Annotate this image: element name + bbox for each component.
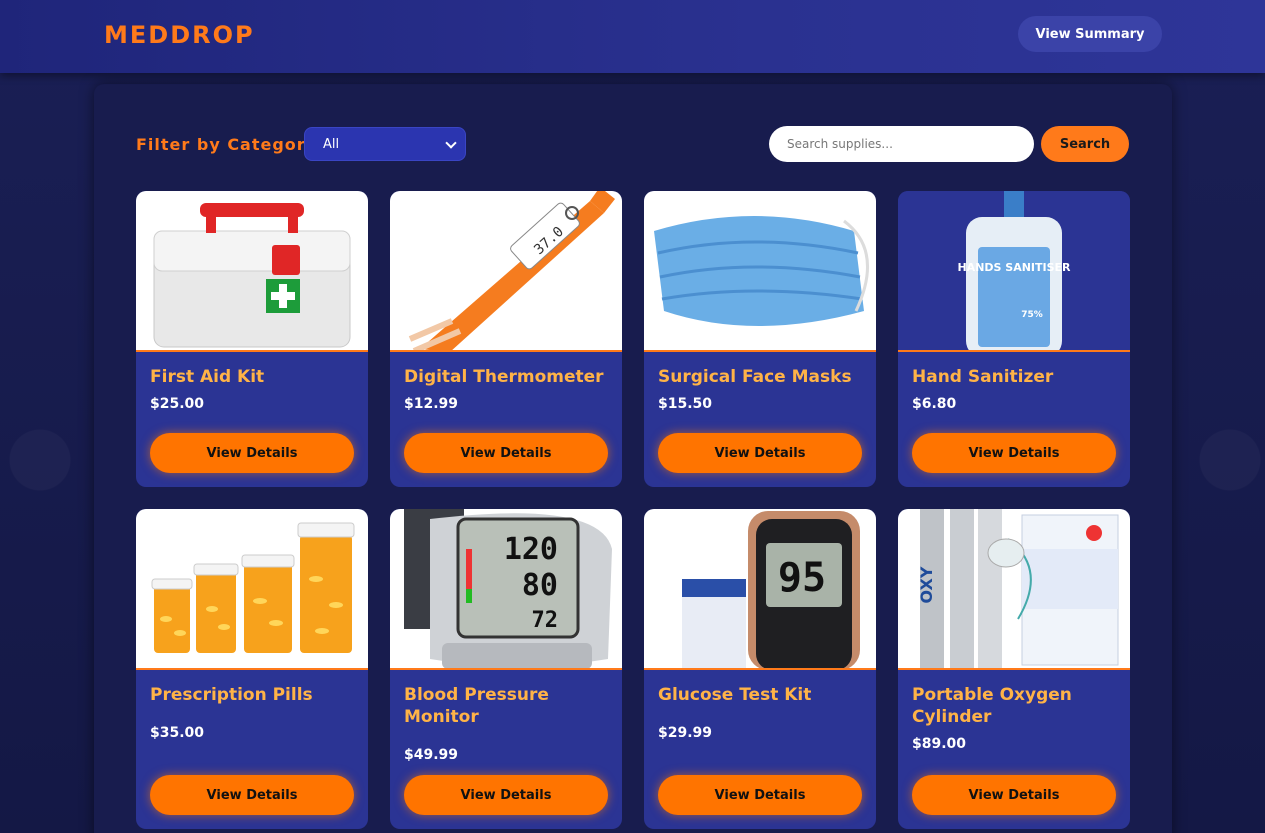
product-card: Surgical Face Masks $15.50 View Details [644, 191, 876, 487]
hand-sanitizer-image: HANDS SANITISER 75% [898, 191, 1130, 352]
product-price: $49.99 [404, 747, 459, 763]
product-card: 95 Glucose Test Kit $29.99 View Details [644, 509, 876, 829]
prescription-pills-image [136, 509, 368, 670]
product-price: $29.99 [658, 725, 713, 741]
product-card: Prescription Pills $35.00 View Details [136, 509, 368, 829]
product-name: Glucose Test Kit [658, 685, 812, 705]
product-card: 37.0 Digital Thermometer $12.99 View Det… [390, 191, 622, 487]
view-details-button[interactable]: View Details [658, 775, 862, 815]
search-button[interactable]: Search [1041, 126, 1129, 162]
portable-oxygen-cylinder-image: OXY [898, 509, 1130, 670]
first-aid-kit-image [136, 191, 368, 352]
product-price: $25.00 [150, 396, 205, 412]
bp-systolic: 120 [504, 532, 558, 567]
product-card: First Aid Kit $25.00 View Details [136, 191, 368, 487]
product-price: $89.00 [912, 736, 967, 752]
view-details-button[interactable]: View Details [150, 775, 354, 815]
product-name: Prescription Pills [150, 685, 313, 705]
sanitizer-percent-text: 75% [1021, 310, 1043, 320]
oxygen-brand-text: OXY [917, 566, 936, 603]
filter-label: Filter by Category [136, 135, 318, 154]
product-card: HANDS SANITISER 75% Hand Sanitizer $6.80… [898, 191, 1130, 487]
view-details-button[interactable]: View Details [404, 433, 608, 473]
blood-pressure-monitor-image: 120 80 72 [390, 509, 622, 670]
glucose-test-kit-image: 95 [644, 509, 876, 670]
bp-diastolic: 80 [522, 568, 558, 603]
chevron-down-icon [445, 137, 457, 149]
product-card: 120 80 72 Blood Pressure Monitor $49.99 … [390, 509, 622, 829]
product-price: $12.99 [404, 396, 459, 412]
view-details-button[interactable]: View Details [912, 433, 1116, 473]
product-name: Blood Pressure Monitor [404, 685, 549, 727]
app-logo[interactable]: MEDDROP [104, 21, 255, 49]
view-summary-button[interactable]: View Summary [1018, 16, 1162, 52]
product-name: First Aid Kit [150, 367, 265, 387]
surgical-face-masks-image [644, 191, 876, 352]
glucose-reading: 95 [778, 555, 826, 601]
product-name: Hand Sanitizer [912, 367, 1054, 387]
sanitizer-label-text: HANDS SANITISER [957, 261, 1071, 274]
category-select[interactable]: All [304, 127, 466, 161]
search-input[interactable]: Search supplies... [769, 126, 1034, 162]
digital-thermometer-image: 37.0 [390, 191, 622, 352]
view-details-button[interactable]: View Details [658, 433, 862, 473]
view-details-button[interactable]: View Details [912, 775, 1116, 815]
bp-pulse: 72 [532, 608, 559, 633]
top-bar: MEDDROP View Summary [0, 0, 1265, 73]
product-price: $35.00 [150, 725, 205, 741]
category-select-value: All [323, 136, 340, 152]
view-details-button[interactable]: View Details [150, 433, 354, 473]
product-name: Portable Oxygen Cylinder [912, 685, 1072, 727]
product-price: $6.80 [912, 396, 957, 412]
product-grid: First Aid Kit $25.00 View Details 37.0 D… [136, 191, 1130, 829]
product-price: $15.50 [658, 396, 713, 412]
product-name: Surgical Face Masks [658, 367, 852, 387]
view-details-button[interactable]: View Details [404, 775, 608, 815]
product-card: OXY Portable Oxygen Cylinder $89.00 View… [898, 509, 1130, 829]
product-name: Digital Thermometer [404, 367, 604, 387]
